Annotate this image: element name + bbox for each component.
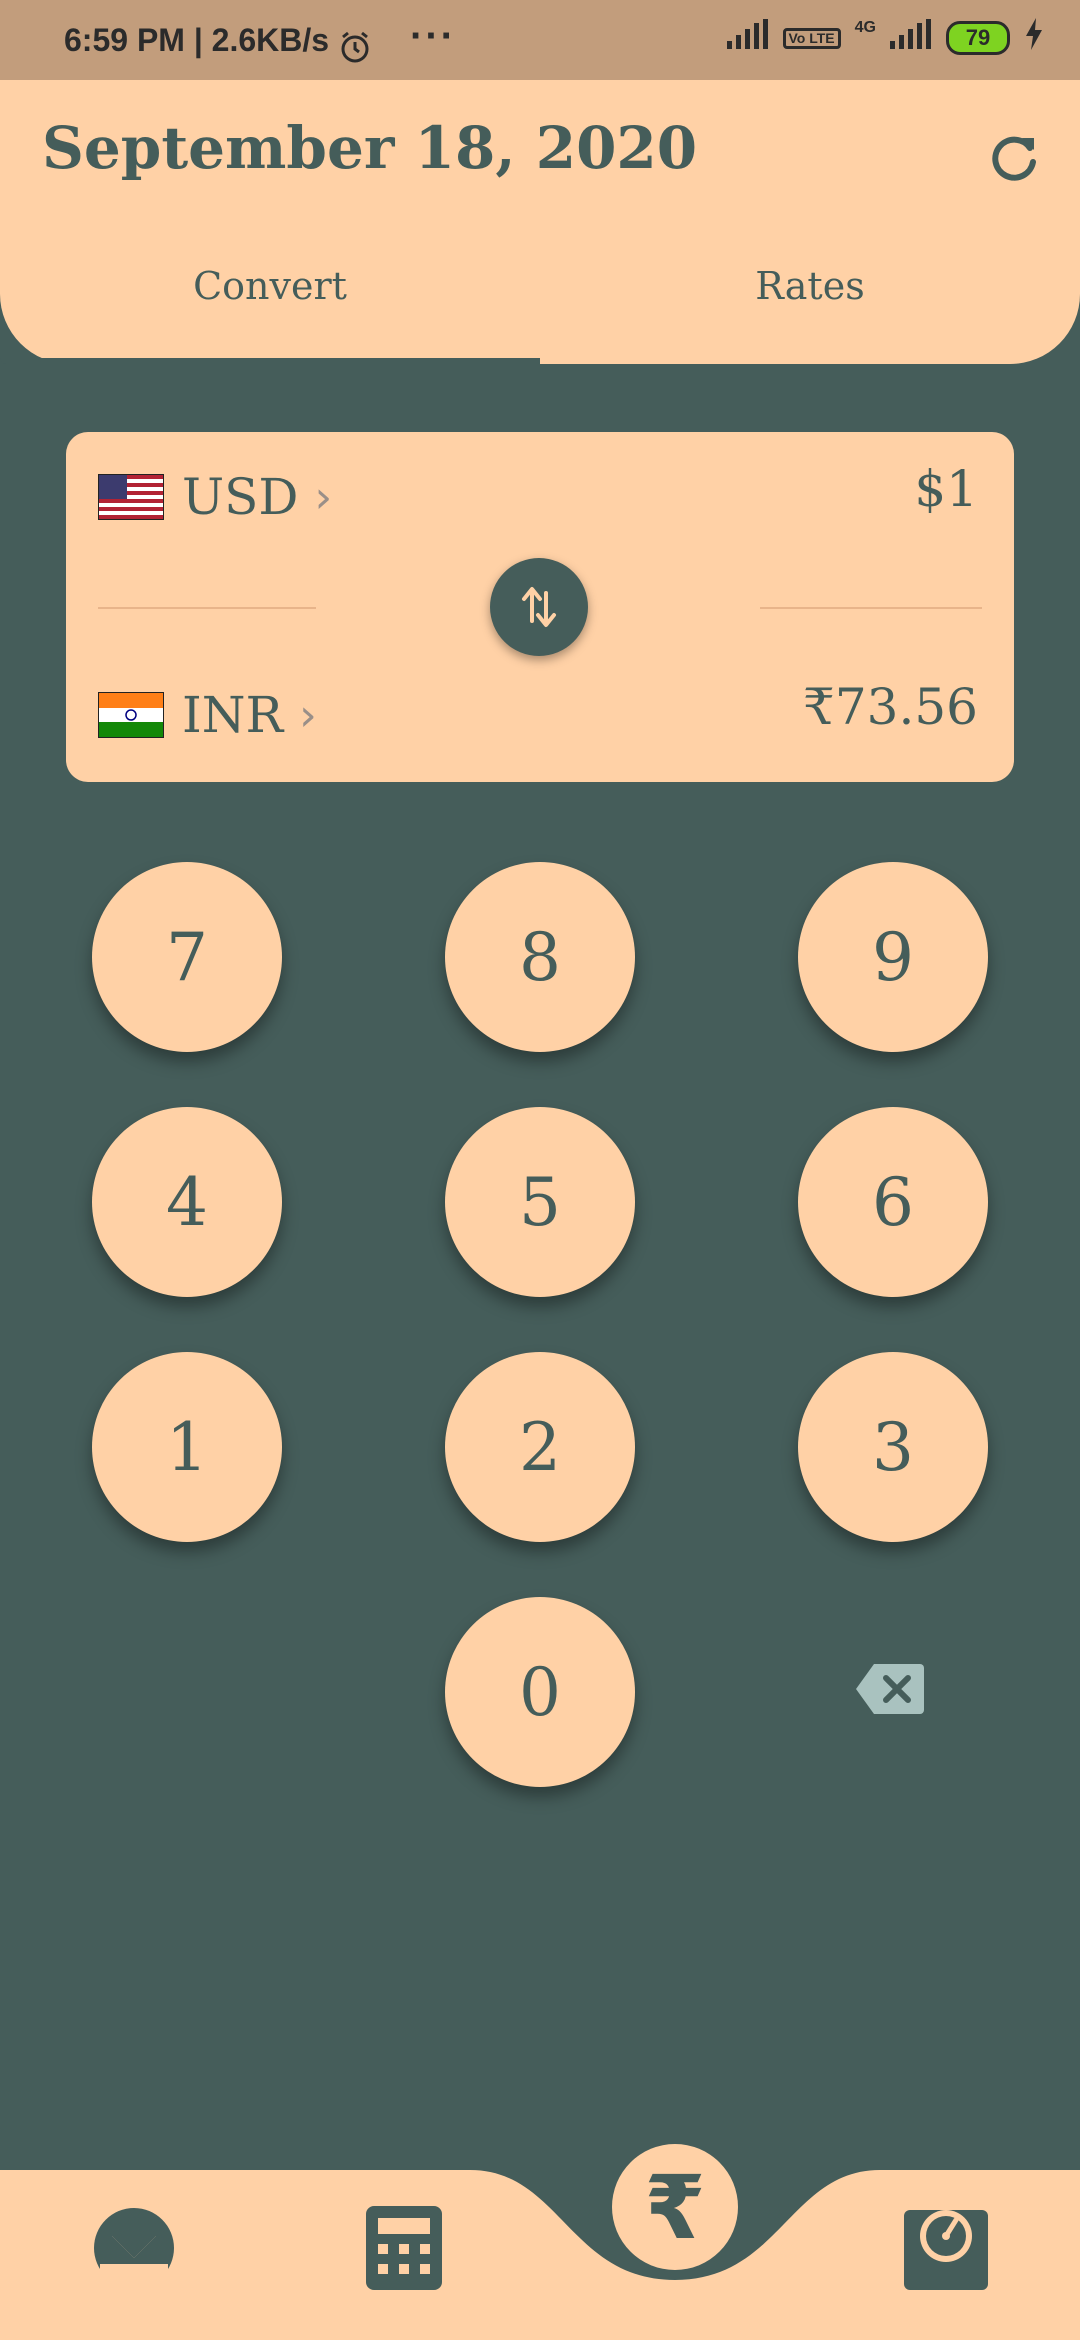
volte-icon: Vo LTE	[782, 27, 841, 49]
key-6[interactable]: 6	[798, 1107, 988, 1297]
swap-arrows-icon	[522, 587, 556, 627]
tab-rates[interactable]: Rates	[540, 264, 1080, 308]
from-currency-selector[interactable]: USD ›	[98, 468, 332, 526]
status-bar: 6:59 PM | 2.6KB/s ··· Vo LTE 4G 79	[0, 0, 1080, 80]
nav-speed[interactable]	[904, 2200, 988, 2294]
nav-monero[interactable]	[92, 2206, 176, 2294]
nav-currency-converter[interactable]: ₹	[612, 2144, 738, 2270]
to-currency-code: INR	[182, 686, 284, 744]
swap-button[interactable]	[490, 558, 588, 656]
page-title: September 18, 2020	[42, 114, 698, 182]
chevron-right-icon: ›	[314, 471, 333, 523]
backspace-button[interactable]	[856, 1664, 924, 1714]
key-2[interactable]: 2	[445, 1352, 635, 1542]
battery-icon: 79	[946, 21, 1010, 55]
from-currency-code: USD	[182, 468, 299, 526]
key-5[interactable]: 5	[445, 1107, 635, 1297]
divider-left	[98, 607, 316, 609]
to-amount: ₹73.56	[803, 678, 978, 736]
to-currency-selector[interactable]: INR ›	[98, 686, 317, 744]
key-4[interactable]: 4	[92, 1107, 282, 1297]
chevron-right-icon: ›	[299, 689, 317, 741]
key-0[interactable]: 0	[445, 1597, 635, 1787]
tab-indicator	[0, 358, 540, 364]
alarm-icon	[338, 30, 372, 72]
monero-icon	[94, 2208, 174, 2288]
refresh-icon	[992, 136, 1036, 181]
from-amount[interactable]: $1	[914, 460, 978, 518]
more-notifications-icon: ···	[410, 14, 456, 58]
signal-icon-2	[890, 19, 932, 57]
status-time: 6:59 PM | 2.6KB/s	[64, 22, 330, 58]
app-header: September 18, 2020 Convert Rates	[0, 80, 1080, 364]
key-8[interactable]: 8	[445, 862, 635, 1052]
refresh-button[interactable]	[984, 128, 1044, 188]
converter-card: USD › $1 INR › ₹73.56	[66, 432, 1014, 782]
backspace-icon	[856, 1664, 924, 1714]
status-icons: Vo LTE 4G 79	[726, 18, 1045, 58]
speedometer-icon	[904, 2210, 988, 2290]
key-3[interactable]: 3	[798, 1352, 988, 1542]
key-1[interactable]: 1	[92, 1352, 282, 1542]
india-flag-icon	[98, 692, 164, 738]
calculator-icon	[366, 2206, 442, 2290]
tab-convert[interactable]: Convert	[0, 264, 540, 308]
network-type: 4G	[854, 19, 876, 36]
key-7[interactable]: 7	[92, 862, 282, 1052]
divider-right	[760, 607, 982, 609]
charging-icon	[1024, 18, 1044, 58]
rupee-icon: ₹	[644, 2155, 706, 2259]
signal-icon	[726, 19, 769, 57]
key-9[interactable]: 9	[798, 862, 988, 1052]
us-flag-icon	[98, 474, 164, 520]
nav-calculator[interactable]	[366, 2206, 442, 2294]
